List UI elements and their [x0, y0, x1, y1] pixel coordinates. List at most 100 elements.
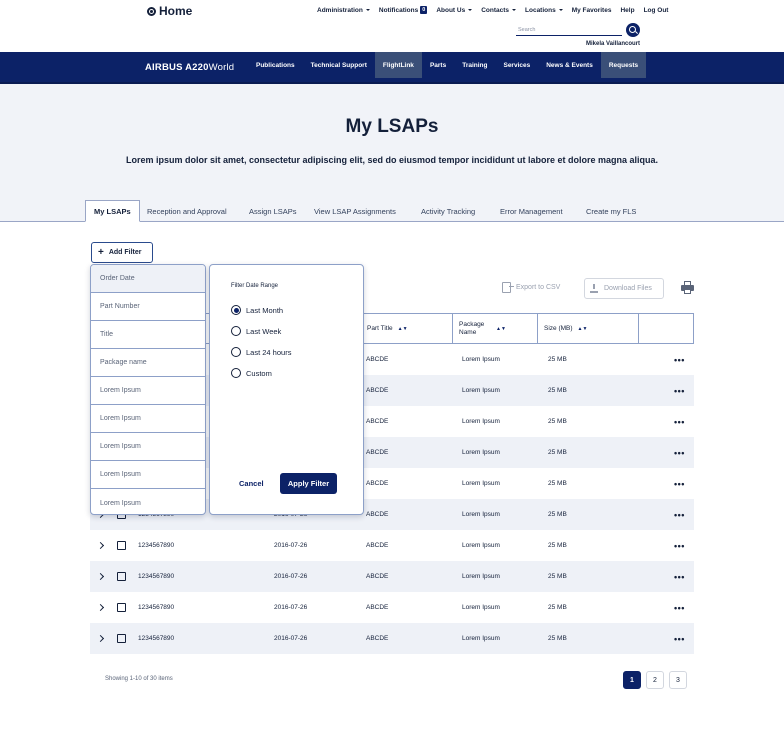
select-cell[interactable]: [117, 530, 126, 561]
row-menu-icon[interactable]: •••: [674, 375, 685, 406]
airbus-logo[interactable]: AIRBUS A220World: [145, 62, 234, 73]
row-menu-icon[interactable]: •••: [674, 344, 685, 375]
size-cell: 25 MB: [548, 635, 567, 642]
cancel-button[interactable]: Cancel: [239, 479, 264, 488]
column-header-size[interactable]: Size (MB) ▲▼: [538, 314, 639, 343]
expand-cell[interactable]: [96, 592, 105, 623]
part-number-cell: 1234567890: [138, 542, 175, 549]
util-nav-administration[interactable]: Administration: [317, 7, 370, 14]
filter-field-option[interactable]: Lorem Ipsum: [91, 489, 205, 514]
apply-filter-button[interactable]: Apply Filter: [280, 473, 337, 494]
tab-view-lsap-assignments[interactable]: View LSAP Assignments: [314, 200, 396, 222]
table-row[interactable]: 1234567890 2016-07-26 ABCDE Lorem Ipsum 25 M…: [90, 592, 694, 623]
nav-item-technical-support[interactable]: Technical Support: [303, 52, 375, 78]
row-checkbox[interactable]: [117, 572, 126, 581]
add-filter-button[interactable]: + Add Filter: [91, 242, 153, 263]
filter-field-option[interactable]: Order Date: [91, 265, 205, 293]
date-range-option[interactable]: Last Month: [231, 305, 283, 315]
search-input[interactable]: Search: [516, 24, 622, 36]
row-menu-icon[interactable]: •••: [674, 530, 685, 561]
filter-field-option[interactable]: Lorem Ipsum: [91, 405, 205, 433]
filter-field-option[interactable]: Lorem Ipsum: [91, 433, 205, 461]
print-icon[interactable]: [681, 281, 694, 294]
date-range-option-label: Custom: [246, 368, 272, 378]
select-cell[interactable]: [117, 592, 126, 623]
sort-icon[interactable]: ▲▼: [496, 326, 506, 332]
radio-button[interactable]: [231, 347, 241, 357]
chevron-right-icon[interactable]: [96, 634, 105, 643]
select-cell[interactable]: [117, 623, 126, 654]
download-files-button[interactable]: Download Files: [584, 278, 664, 299]
tab-my-lsaps[interactable]: My LSAPs: [85, 200, 140, 222]
chevron-right-icon[interactable]: [96, 541, 105, 550]
tab-reception-approval[interactable]: Reception and Approval: [147, 200, 227, 222]
page-button[interactable]: 3: [669, 671, 687, 689]
filter-field-option[interactable]: Part Number: [91, 293, 205, 321]
util-nav-help[interactable]: Help: [620, 7, 634, 14]
row-checkbox[interactable]: [117, 541, 126, 550]
nav-item-parts[interactable]: Parts: [422, 52, 454, 78]
expand-cell[interactable]: [96, 530, 105, 561]
column-header-part-title[interactable]: Part Title ▲▼: [361, 314, 453, 343]
util-nav-about-us[interactable]: About Us: [436, 7, 473, 14]
page-button[interactable]: 1: [623, 671, 641, 689]
tab-activity-tracking[interactable]: Activity Tracking: [421, 200, 475, 222]
table-row[interactable]: 1234567890 2016-07-26 ABCDE Lorem Ipsum 25 M…: [90, 561, 694, 592]
nav-item-flightlink[interactable]: FlightLink: [374, 52, 422, 78]
expand-cell[interactable]: [96, 623, 105, 654]
search-icon[interactable]: [626, 23, 640, 37]
filter-field-option[interactable]: Lorem Ipsum: [91, 377, 205, 405]
nav-item-publications[interactable]: Publications: [248, 52, 303, 78]
radio-button[interactable]: [231, 368, 241, 378]
package-name-cell: Lorem Ipsum: [462, 511, 500, 518]
row-menu-icon[interactable]: •••: [674, 406, 685, 437]
util-nav-locations[interactable]: Locations: [525, 7, 563, 14]
row-checkbox[interactable]: [117, 634, 126, 643]
size-cell: 25 MB: [548, 418, 567, 425]
user-name[interactable]: Mikela Vaillancourt: [586, 41, 640, 47]
util-nav-label: Contacts: [481, 6, 510, 14]
row-menu-icon[interactable]: •••: [674, 499, 685, 530]
date-range-option[interactable]: Last Week: [231, 326, 281, 336]
sort-icon[interactable]: ▲▼: [398, 326, 408, 332]
pagination: 123: [623, 671, 687, 689]
tab-error-management[interactable]: Error Management: [500, 200, 563, 222]
chevron-right-icon[interactable]: [96, 572, 105, 581]
date-range-option[interactable]: Custom: [231, 368, 272, 378]
column-header-package-name[interactable]: Package Name ▲▼: [453, 314, 538, 343]
row-menu-icon[interactable]: •••: [674, 468, 685, 499]
filter-field-option[interactable]: Title: [91, 321, 205, 349]
tab-assign-lsaps[interactable]: Assign LSAPs: [249, 200, 297, 222]
radio-button[interactable]: [231, 305, 241, 315]
expand-cell[interactable]: [96, 561, 105, 592]
util-nav-log-out[interactable]: Log Out: [644, 7, 669, 14]
radio-button[interactable]: [231, 326, 241, 336]
date-range-option[interactable]: Last 24 hours: [231, 347, 291, 357]
nav-item-news-events[interactable]: News & Events: [538, 52, 601, 78]
nav-item-requests[interactable]: Requests: [600, 52, 647, 78]
part-title-cell: ABCDE: [366, 635, 389, 642]
tab-create-fls[interactable]: Create my FLS: [586, 200, 636, 222]
util-nav-my-favorites[interactable]: My Favorites: [572, 7, 612, 14]
row-menu-icon[interactable]: •••: [674, 437, 685, 468]
nav-item-training[interactable]: Training: [454, 52, 495, 78]
row-menu-icon[interactable]: •••: [674, 561, 685, 592]
chevron-right-icon[interactable]: [96, 603, 105, 612]
util-nav-notifications[interactable]: Notifications 0: [379, 6, 428, 14]
size-cell: 25 MB: [548, 542, 567, 549]
nav-item-services[interactable]: Services: [495, 52, 538, 78]
sort-icon[interactable]: ▲▼: [578, 326, 588, 332]
select-cell[interactable]: [117, 561, 126, 592]
row-checkbox[interactable]: [117, 603, 126, 612]
row-menu-icon[interactable]: •••: [674, 623, 685, 654]
filter-field-option[interactable]: Package name: [91, 349, 205, 377]
date-range-option-label: Last 24 hours: [246, 347, 292, 357]
filter-field-option[interactable]: Lorem Ipsum: [91, 461, 205, 489]
table-row[interactable]: 1234567890 2016-07-26 ABCDE Lorem Ipsum 25 M…: [90, 530, 694, 561]
table-row[interactable]: 1234567890 2016-07-26 ABCDE Lorem Ipsum 25 M…: [90, 623, 694, 654]
util-nav-contacts[interactable]: Contacts: [481, 6, 517, 14]
page-button[interactable]: 2: [646, 671, 664, 689]
row-menu-icon[interactable]: •••: [674, 592, 685, 623]
export-csv-button[interactable]: Export to CSV: [502, 282, 560, 293]
home-link[interactable]: Home: [147, 4, 192, 18]
